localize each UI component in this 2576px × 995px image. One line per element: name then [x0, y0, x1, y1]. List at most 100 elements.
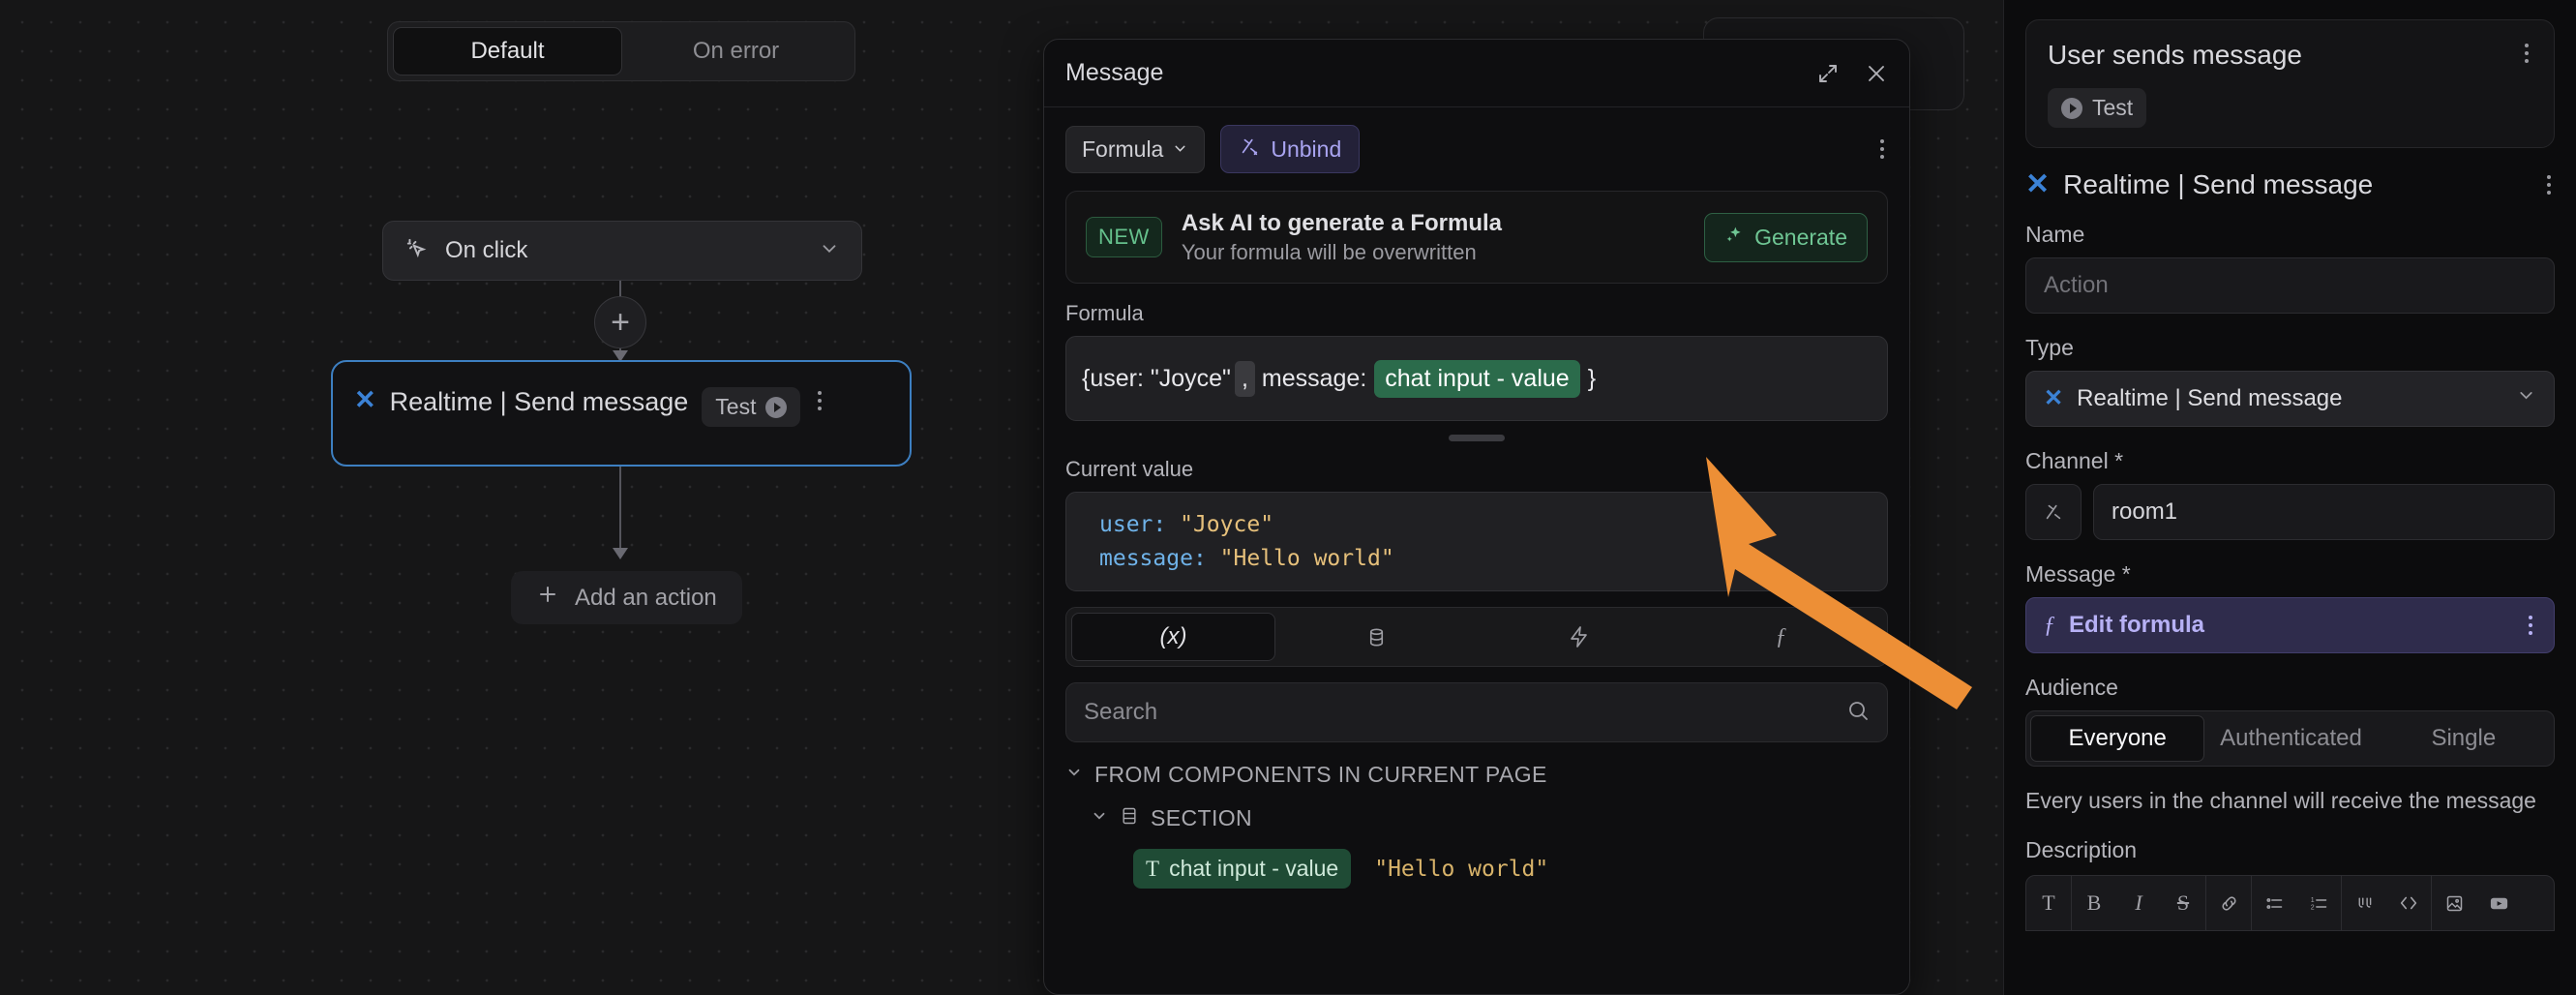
actions-tab[interactable] — [1478, 613, 1680, 661]
name-input[interactable]: Action — [2025, 257, 2555, 314]
edit-formula-more-menu-button[interactable] — [2525, 612, 2536, 639]
sparkles-icon — [1724, 225, 1745, 251]
quote-icon[interactable] — [2342, 876, 2386, 930]
plug-icon[interactable] — [2025, 484, 2082, 540]
formula-binding-token[interactable]: chat input - value — [1374, 360, 1579, 398]
formula-type-dropdown[interactable]: Formula — [1065, 126, 1205, 173]
video-icon[interactable] — [2476, 876, 2521, 930]
functions-tab[interactable]: ƒ — [1680, 613, 1882, 661]
current-value-label: Current value — [1065, 457, 1888, 482]
xano-x-icon: ✕ — [2025, 170, 2050, 199]
modal-body: Formula Unbind NEW Ask AI to generate a … — [1044, 107, 1909, 889]
play-icon — [2061, 98, 2082, 119]
search-input[interactable] — [1084, 699, 1846, 726]
generate-label: Generate — [1754, 225, 1847, 251]
expand-icon[interactable] — [1816, 62, 1840, 85]
type-select[interactable]: ✕ Realtime | Send message — [2025, 371, 2555, 427]
ai-generate-banner: NEW Ask AI to generate a Formula Your fo… — [1065, 191, 1888, 284]
chevron-down-icon — [1172, 136, 1188, 163]
channel-field-label: Channel * — [2025, 448, 2555, 474]
audience-segmented-control[interactable]: Everyone Authenticated Single — [2025, 710, 2555, 767]
code-icon[interactable] — [2386, 876, 2431, 930]
edit-formula-label: Edit formula — [2069, 612, 2204, 639]
unbind-button[interactable]: Unbind — [1220, 125, 1360, 173]
formula-editor[interactable]: {user: "Joyce" , message: chat input - v… — [1065, 336, 1888, 421]
section-icon — [1120, 806, 1139, 830]
italic-icon[interactable]: I — [2116, 876, 2161, 930]
text-type-icon: T — [1146, 857, 1159, 882]
svg-text:2: 2 — [2310, 904, 2314, 911]
binding-chip[interactable]: T chat input - value — [1133, 849, 1351, 889]
search-bar[interactable] — [1065, 682, 1888, 742]
edit-formula-button[interactable]: ƒ Edit formula — [2025, 597, 2555, 653]
ai-banner-subtitle: Your formula will be overwritten — [1182, 240, 1502, 265]
modal-header: Message — [1044, 40, 1909, 107]
tab-on-error[interactable]: On error — [622, 27, 850, 75]
trigger-test-button[interactable]: Test — [2048, 88, 2146, 128]
tree-node-section[interactable]: SECTION — [1065, 805, 1888, 831]
generate-button[interactable]: Generate — [1704, 213, 1868, 262]
trigger-node-on-click[interactable]: On click — [382, 221, 862, 281]
description-richtext-toolbar[interactable]: T B I S 12 — [2025, 875, 2555, 931]
tree-group-components[interactable]: FROM COMPONENTS IN CURRENT PAGE — [1065, 762, 1888, 788]
audience-option-authenticated[interactable]: Authenticated — [2204, 715, 2377, 762]
channel-field-row: room1 — [2025, 484, 2555, 540]
formula-field-label: Formula — [1065, 301, 1888, 326]
xano-x-icon: ✕ — [354, 387, 376, 413]
trigger-test-label: Test — [2092, 95, 2133, 121]
database-tab[interactable] — [1275, 613, 1478, 661]
modal-toolbar: Formula Unbind — [1065, 125, 1888, 173]
bullet-list-icon[interactable] — [2252, 876, 2296, 930]
tree-leaf-chat-input-value[interactable]: T chat input - value "Hello world" — [1065, 849, 1888, 889]
current-value-key: user — [1099, 512, 1153, 537]
type-select-value: Realtime | Send message — [2077, 385, 2342, 412]
current-value-line: message: "Hello world" — [1099, 542, 1854, 576]
ai-banner-title: Ask AI to generate a Formula — [1182, 210, 1502, 237]
action-settings-title: Realtime | Send message — [2063, 169, 2373, 200]
close-icon[interactable] — [1865, 62, 1888, 85]
formula-comma-token[interactable]: , — [1235, 361, 1255, 397]
action-node-realtime-send-message[interactable]: ✕ Realtime | Send message Test — [331, 360, 912, 467]
current-value-line: user: "Joyce" — [1099, 508, 1854, 542]
variables-tab[interactable]: (x) — [1071, 613, 1275, 661]
trigger-node-label: On click — [445, 237, 527, 264]
connector-line-bottom — [619, 467, 621, 552]
channel-input[interactable]: room1 — [2093, 484, 2555, 540]
modal-title: Message — [1065, 59, 1163, 87]
workflow-mode-segmented-control[interactable]: Default On error — [387, 21, 855, 81]
chevron-down-icon[interactable] — [1065, 764, 1083, 786]
node-test-label: Test — [715, 394, 756, 420]
resize-drag-handle[interactable] — [1449, 435, 1505, 441]
plus-icon — [536, 583, 559, 613]
binding-source-tabs[interactable]: (x) ƒ — [1065, 607, 1888, 667]
trigger-card-more-menu-button[interactable] — [2521, 40, 2532, 67]
action-settings-header: ✕ Realtime | Send message — [2025, 169, 2555, 200]
description-field-label: Description — [2025, 837, 2555, 863]
audience-option-single[interactable]: Single — [2378, 715, 2550, 762]
action-settings-section: ✕ Realtime | Send message Name Action Ty… — [2025, 169, 2555, 931]
message-formula-modal[interactable]: Message Formula — [1043, 39, 1910, 995]
link-icon[interactable] — [2206, 876, 2251, 930]
chevron-down-icon — [2516, 385, 2536, 412]
chevron-down-icon[interactable] — [1091, 807, 1108, 829]
action-settings-more-menu-button[interactable] — [2543, 171, 2555, 198]
add-an-action-button[interactable]: Add an action — [511, 571, 742, 624]
strikethrough-icon[interactable]: S — [2161, 876, 2205, 930]
audience-option-everyone[interactable]: Everyone — [2030, 715, 2204, 762]
node-test-button[interactable]: Test — [702, 387, 800, 427]
numbered-list-icon[interactable]: 12 — [2296, 876, 2341, 930]
name-field-label: Name — [2025, 222, 2555, 248]
modal-more-menu-button[interactable] — [1876, 136, 1888, 163]
xano-x-icon: ✕ — [2044, 387, 2063, 410]
insert-node-button[interactable]: + — [594, 296, 646, 348]
image-icon[interactable] — [2432, 876, 2476, 930]
trigger-summary-card[interactable]: User sends message Test — [2025, 19, 2555, 148]
message-field-label: Message * — [2025, 561, 2555, 588]
chevron-down-icon[interactable] — [819, 238, 840, 264]
tree-group-label: FROM COMPONENTS IN CURRENT PAGE — [1094, 762, 1547, 788]
tab-default[interactable]: Default — [393, 27, 622, 75]
node-more-menu-button[interactable] — [814, 387, 825, 414]
text-style-icon[interactable]: T — [2026, 876, 2071, 930]
search-icon — [1846, 699, 1870, 727]
bold-icon[interactable]: B — [2072, 876, 2116, 930]
